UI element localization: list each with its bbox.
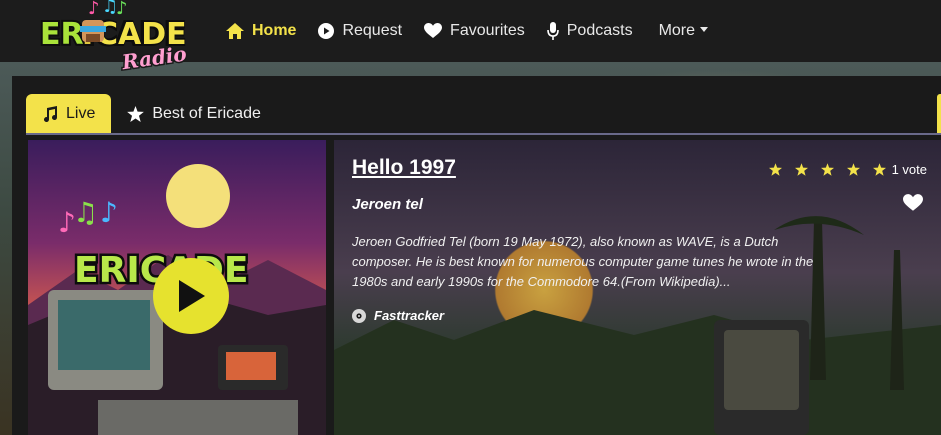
artist-description: Jeroen Godfried Tel (born 19 May 1972), … [352,234,814,289]
player-card: Live Best of Ericade ♪ ♫ ♪ ERICADE ERICA… [12,76,941,435]
tab-best-of-label: Best of Ericade [152,105,261,122]
music-note-icon [44,106,58,122]
nav-podcasts[interactable]: Podcasts [546,0,633,62]
nav-favourites-label: Favourites [450,22,525,39]
heart-icon [424,23,443,38]
star-icon[interactable] [872,163,886,176]
nav-podcasts-label: Podcasts [566,22,633,39]
tracker-info: Fasttracker [352,308,444,323]
favourite-button[interactable] [903,194,923,217]
nav-favourites[interactable]: Favourites [424,0,525,62]
nav-home-label: Home [252,22,297,39]
tab-live[interactable]: Live [26,94,112,134]
svg-text:♪: ♪ [100,196,118,229]
disc-icon [352,308,366,323]
artist-name: Jeroen tel [352,196,423,213]
svg-text:♫: ♫ [73,196,98,229]
star-icon [127,106,145,122]
ericade-radio-logo[interactable]: ♪ ♫ ♪ ERICADE ER I CADE Radio Radio [36,0,196,78]
play-button[interactable] [153,258,229,334]
nav-request[interactable]: Request [318,0,402,62]
tab-live-label: Live [66,105,96,122]
tab-bar: Live Best of Ericade [26,94,277,134]
home-icon [226,23,244,39]
play-icon [179,280,205,312]
nav-more-label: More [658,22,696,39]
tab-edge-marker [937,94,941,134]
svg-text:ER: ER [40,17,84,52]
star-rating[interactable]: 1 vote [761,162,927,177]
chevron-down-icon [700,26,709,32]
track-details: Hello 1997 1 vote Jeroen tel Jeroen Godf… [334,140,941,435]
heart-icon [903,194,923,211]
tab-best-of-ericade[interactable]: Best of Ericade [111,94,277,134]
microphone-icon [546,22,559,40]
play-circle-icon [318,23,335,39]
tab-underline [26,133,941,135]
star-icon[interactable] [820,163,834,176]
star-icon[interactable] [794,163,808,176]
nav-request-label: Request [342,22,403,39]
star-icon[interactable] [768,163,782,176]
star-icon[interactable] [846,163,860,176]
nav-more-dropdown[interactable]: More [658,0,709,62]
vote-count: 1 vote [891,162,927,177]
song-title-link[interactable]: Hello 1997 [352,156,456,180]
nav-menu: Home Request Favourites Podcasts More [226,0,730,62]
tracker-name: Fasttracker [374,308,445,323]
nav-home[interactable]: Home [226,0,296,62]
cover-art: ♪ ♫ ♪ ERICADE ERICADE [28,140,326,435]
top-navbar: ♪ ♫ ♪ ERICADE ER I CADE Radio Radio Home… [0,0,941,76]
